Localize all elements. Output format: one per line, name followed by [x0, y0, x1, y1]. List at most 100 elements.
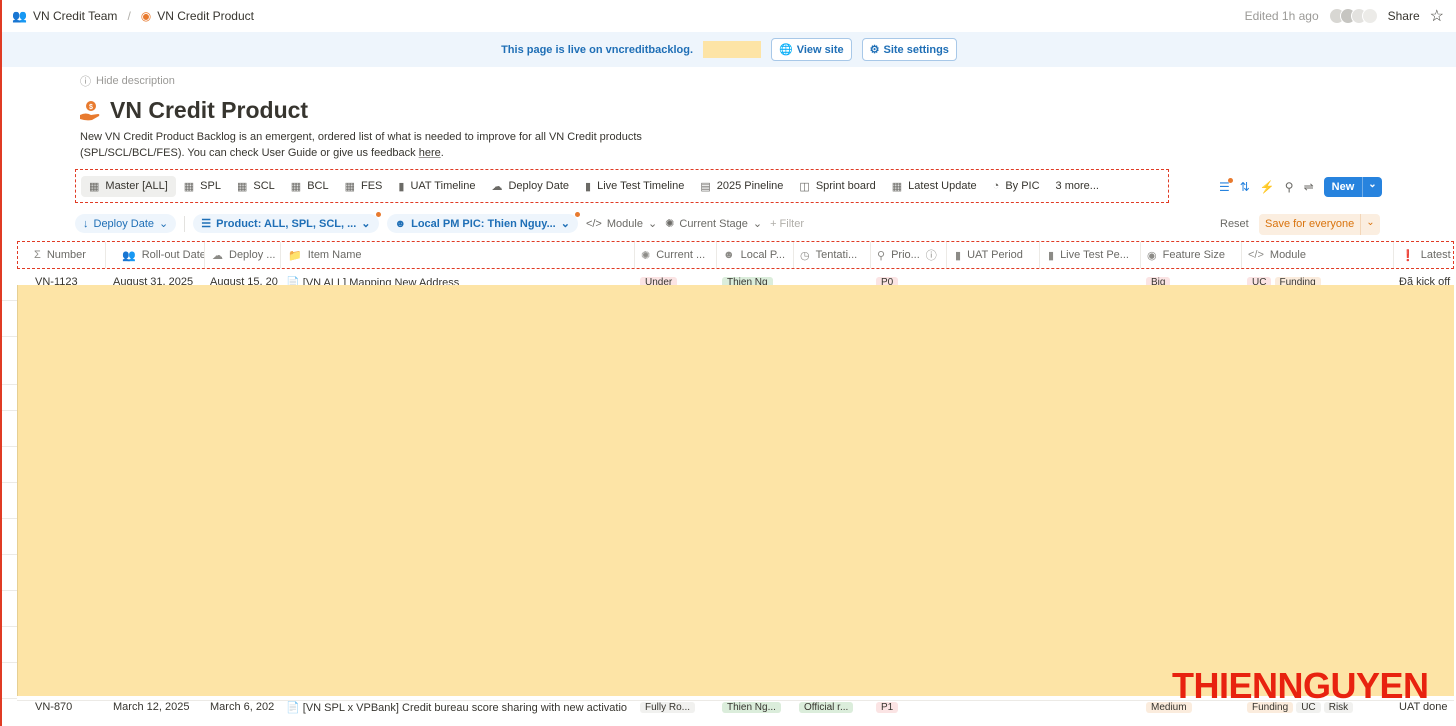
- column-rollout-date[interactable]: 👥 Roll-out Date: [106, 242, 205, 268]
- settings-sliders-icon[interactable]: ⇌: [1304, 180, 1314, 194]
- code-icon: </>: [585, 217, 602, 230]
- view-tabs: ▦ Master [ALL] ▦ SPL ▦ SCL ▦ BCL ▦ FES ▮ UAT T…: [75, 169, 1169, 203]
- edited-status: Edited 1h ago: [1244, 9, 1319, 23]
- stage-filter-label: Current Stage: [679, 217, 748, 230]
- row-divider: [2, 590, 17, 591]
- product-filter-label: Product: ALL, SPL, SCL, ...: [216, 217, 357, 230]
- breadcrumb-team[interactable]: VN Credit Team: [33, 9, 117, 23]
- tab-uat-timeline[interactable]: ▮ UAT Timeline: [390, 176, 483, 197]
- redaction-mask: [703, 41, 762, 58]
- description-end: .: [440, 147, 444, 159]
- tab-sprint-board[interactable]: ◫ Sprint board: [791, 176, 883, 197]
- tab-label: By PIC: [1005, 180, 1040, 192]
- star-icon[interactable]: ☆: [1430, 6, 1444, 26]
- save-for-everyone-button[interactable]: Save for everyone ⌄: [1259, 214, 1380, 235]
- search-icon[interactable]: ⚲: [1285, 180, 1294, 194]
- cell-tentative: Official r...: [793, 701, 870, 714]
- breadcrumb: 👥 VN Credit Team / ◉ VN Credit Product: [12, 9, 254, 23]
- database-toolbar: ☰ ⇅ ⚡ ⚲ ⇌ New ⌄: [1219, 177, 1382, 197]
- table-icon: ▦: [183, 180, 195, 193]
- top-bar: 👥 VN Credit Team / ◉ VN Credit Product E…: [0, 0, 1456, 32]
- column-priority[interactable]: ⚲ Prio... ⓘ: [871, 242, 947, 268]
- tab-master-all[interactable]: ▦ Master [ALL]: [81, 175, 176, 197]
- tab-label: SCL: [253, 180, 275, 192]
- tab-latest-update[interactable]: ▦ Latest Update: [884, 176, 985, 197]
- tab-2025-pineline[interactable]: ▤ 2025 Pineline: [692, 176, 791, 197]
- column-tentative[interactable]: ◷ Tentati...: [794, 242, 871, 268]
- filter-icon[interactable]: ☰: [1219, 178, 1233, 194]
- table-icon: ▦: [344, 180, 355, 193]
- row-divider: [2, 554, 17, 555]
- description-line: (SPL/SCL/BCL/FES). You can check User Gu…: [80, 145, 680, 161]
- row-divider: [2, 662, 17, 663]
- column-deploy[interactable]: ☁ Deploy ...: [205, 242, 281, 268]
- pic-filter[interactable]: ☻ Local PM PIC: Thien Nguy... ⌄: [386, 212, 580, 233]
- column-number[interactable]: Σ Number: [18, 242, 106, 268]
- select-icon: ◉: [1147, 249, 1157, 262]
- sort-pill[interactable]: ↓ Deploy Date ⌄: [75, 214, 177, 233]
- list-icon: ☰: [201, 218, 212, 230]
- column-current-stage[interactable]: ✺ Current ...: [635, 242, 717, 268]
- chevron-down-icon[interactable]: ⌄: [1360, 214, 1379, 235]
- more-views-button[interactable]: 3 more...: [1048, 176, 1107, 196]
- column-label: Prio...: [891, 249, 920, 261]
- tab-fes[interactable]: ▦ FES: [337, 176, 391, 197]
- priority-tag: P1: [876, 702, 899, 713]
- breadcrumb-page[interactable]: VN Credit Product: [157, 9, 254, 23]
- column-item-name[interactable]: 📁 Item Name: [281, 242, 635, 268]
- view-site-button[interactable]: 🌐 View site: [771, 38, 852, 61]
- table-icon: ▦: [89, 180, 100, 193]
- column-uat-period[interactable]: ▮ UAT Period: [947, 242, 1040, 268]
- site-settings-button[interactable]: ⚙ Site settings: [861, 38, 957, 61]
- cell-rollout: March 12, 2025: [113, 701, 190, 713]
- feedback-link[interactable]: here: [419, 147, 441, 159]
- share-button[interactable]: Share: [1388, 9, 1420, 23]
- table-header: Σ Number 👥 Roll-out Date ☁ Deploy ... 📁 Item…: [17, 241, 1454, 269]
- row-divider: [2, 698, 17, 699]
- tab-scl[interactable]: ▦ SCL: [229, 176, 283, 197]
- tab-deploy-date[interactable]: ☁ Deploy Date: [483, 176, 577, 197]
- hide-description-label: Hide description: [96, 75, 175, 87]
- column-latest-status[interactable]: ❗ Latest s: [1394, 242, 1453, 268]
- automation-icon[interactable]: ⚡: [1260, 180, 1275, 194]
- add-filter-button[interactable]: + Filter: [770, 218, 804, 230]
- hide-description-button[interactable]: ⓘ Hide description: [80, 73, 175, 89]
- new-button[interactable]: New ⌄: [1323, 177, 1382, 197]
- column-feature-size[interactable]: ◉ Feature Size: [1141, 242, 1242, 268]
- row-divider: [2, 384, 17, 385]
- module-filter-label: Module: [606, 217, 643, 230]
- page-description: New VN Credit Product Backlog is an emer…: [80, 129, 680, 161]
- module-filter[interactable]: </> Module ⌄: [585, 217, 657, 231]
- collaborator-avatars[interactable]: [1328, 8, 1378, 24]
- info-icon: ⓘ: [80, 76, 91, 88]
- cell-item[interactable]: 📄 [VN SPL x VPBank] Credit bureau score …: [280, 701, 634, 714]
- cell-uat: [946, 701, 1039, 714]
- tab-by-pic[interactable]: ◔ By PIC: [985, 176, 1048, 196]
- tab-spl[interactable]: ▦ SPL: [176, 176, 229, 197]
- page-title-text: VN Credit Product: [110, 97, 309, 123]
- pin-icon: ⚲: [877, 249, 886, 262]
- product-filter[interactable]: ☰ Product: ALL, SPL, SCL, ... ⌄: [193, 212, 381, 233]
- column-module[interactable]: </> Module: [1242, 242, 1394, 268]
- tab-live-test-timeline[interactable]: ▮ Live Test Timeline: [577, 176, 692, 197]
- column-label: Deploy ...: [229, 249, 276, 261]
- timeline-icon: ▮: [955, 249, 962, 262]
- site-settings-label: Site settings: [883, 43, 949, 56]
- reset-button[interactable]: Reset: [1220, 218, 1249, 230]
- cell-live-test: [1039, 701, 1140, 714]
- row-divider: [2, 336, 17, 337]
- pic-filter-label: Local PM PIC: Thien Nguy...: [411, 217, 556, 230]
- column-live-test-period[interactable]: ▮ Live Test Pe...: [1040, 242, 1141, 268]
- table-icon: ▦: [891, 180, 903, 193]
- stage-filter[interactable]: ✺ Current Stage ⌄: [665, 217, 762, 231]
- column-label: Feature Size: [1162, 249, 1225, 261]
- sort-icon[interactable]: ⇅: [1240, 180, 1250, 194]
- cell-number: VN-870: [35, 701, 73, 713]
- gear-icon: ⚙: [869, 44, 880, 56]
- tab-bcl[interactable]: ▦ BCL: [283, 176, 337, 197]
- column-label: UAT Period: [967, 249, 1023, 261]
- save-label: Save for everyone: [1265, 218, 1355, 230]
- column-local-pm[interactable]: ☻ Local P...: [717, 242, 794, 268]
- chevron-down-icon[interactable]: ⌄: [1362, 177, 1381, 197]
- column-label: Number: [46, 249, 86, 261]
